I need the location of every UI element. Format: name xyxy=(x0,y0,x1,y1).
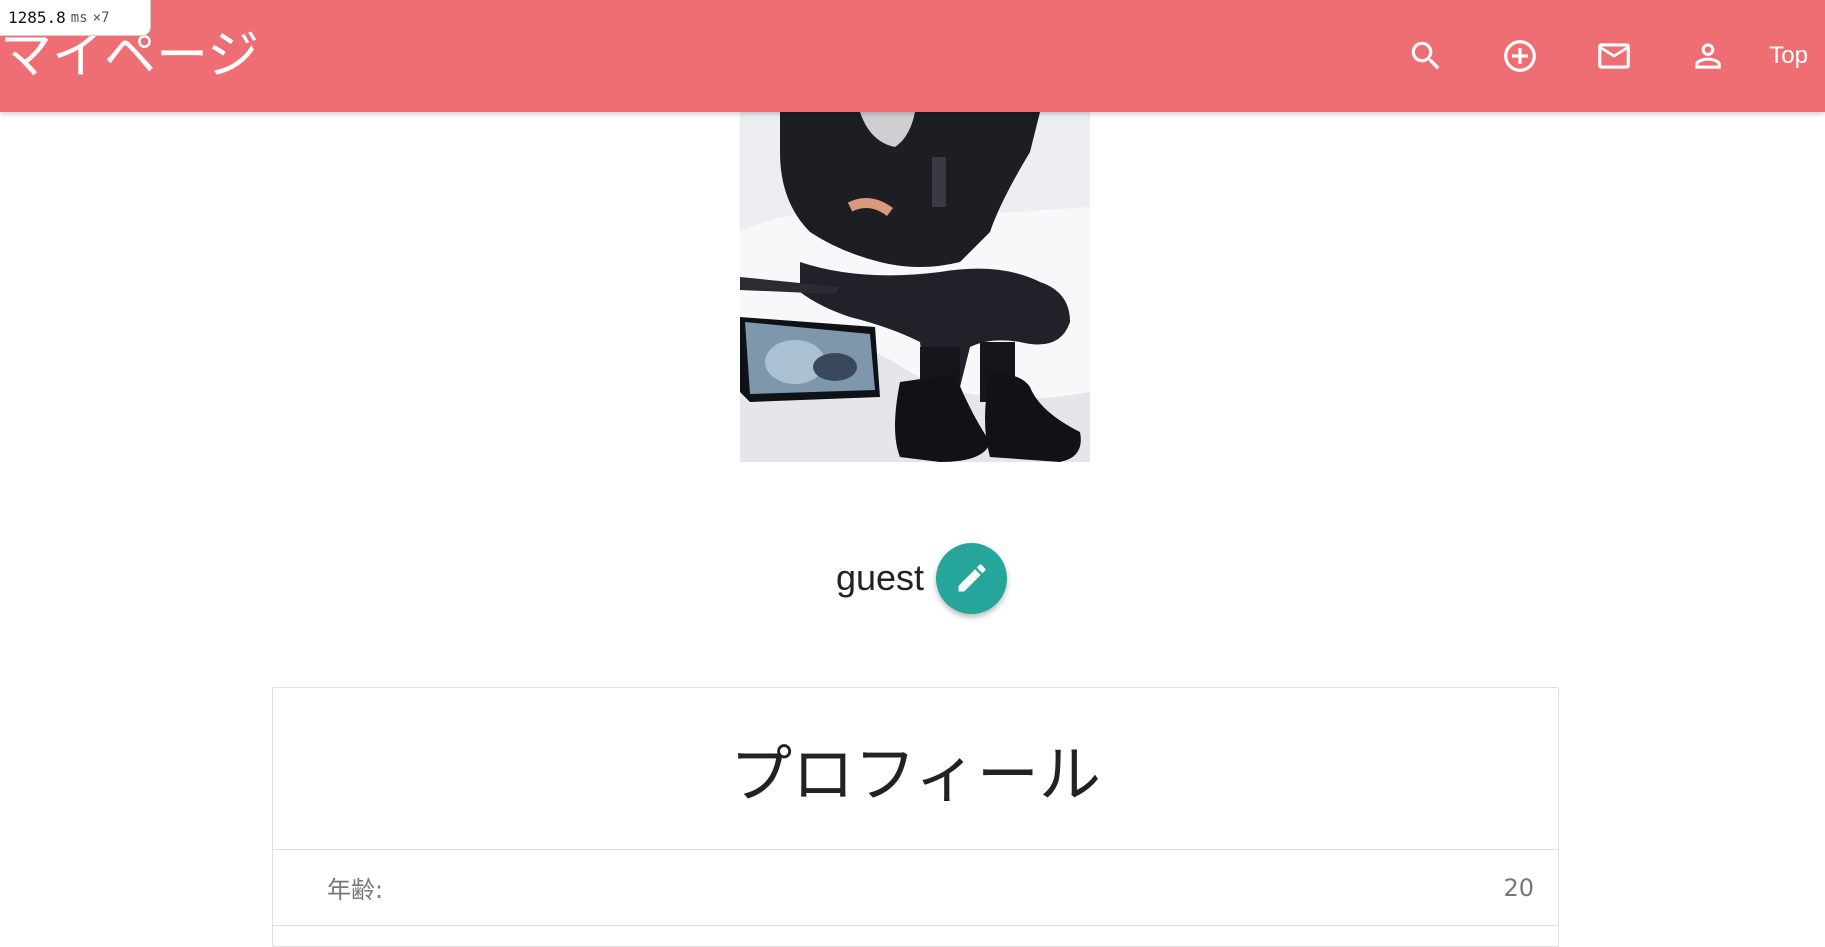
person-icon xyxy=(1695,43,1721,69)
perf-value: 1285.8 xyxy=(8,8,66,27)
edit-profile-button[interactable] xyxy=(936,542,1008,614)
search-icon xyxy=(1412,41,1440,70)
top-link[interactable]: Top xyxy=(1755,0,1825,112)
username-row: guest xyxy=(0,540,1825,616)
perf-badge: 1285.8 ms ×7 xyxy=(0,0,151,36)
add-circle-icon xyxy=(1504,40,1537,72)
top-navbar: マイページ Top xyxy=(0,0,1825,112)
profile-photo xyxy=(740,112,1090,462)
age-value: 20 xyxy=(1503,873,1534,902)
username: guest xyxy=(835,557,925,598)
profile-title: プロフィール xyxy=(273,688,1558,850)
perf-unit: ms xyxy=(70,9,88,26)
profile-image xyxy=(740,112,1090,462)
search-button[interactable] xyxy=(1379,0,1473,112)
profile-row-age: 年齢: 20 xyxy=(273,850,1558,926)
mail-button[interactable] xyxy=(1567,0,1661,112)
pencil-icon xyxy=(958,564,986,592)
age-label: 年齢: xyxy=(327,876,384,904)
perf-multiplier: ×7 xyxy=(92,9,110,26)
add-button[interactable] xyxy=(1473,0,1567,112)
profile-card: プロフィール 年齢: 20 xyxy=(272,687,1559,947)
account-button[interactable] xyxy=(1661,0,1755,112)
nav-links: Top xyxy=(1379,0,1825,112)
mail-icon xyxy=(1598,43,1631,69)
